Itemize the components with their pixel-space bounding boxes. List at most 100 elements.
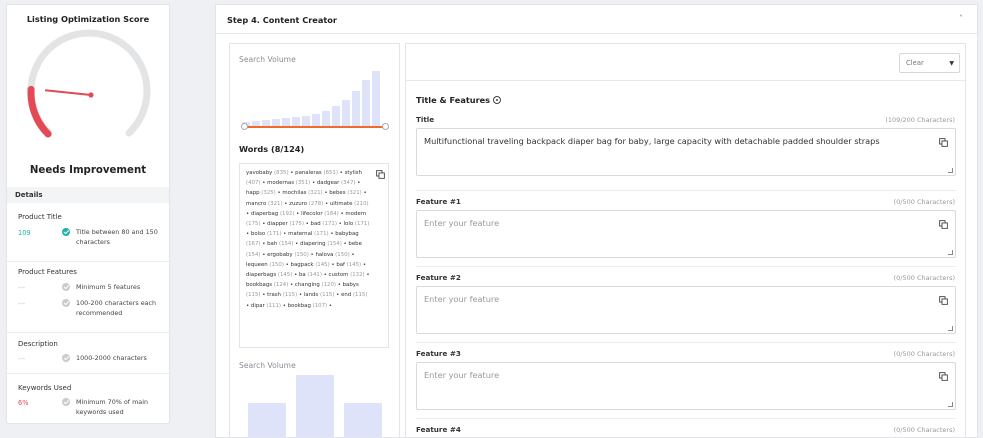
resize-handle[interactable] — [948, 250, 953, 255]
copy-icon[interactable] — [939, 372, 948, 381]
keyword-text: bookbag — [287, 302, 313, 309]
feature-2-textarea[interactable]: Enter your feature — [416, 286, 956, 334]
resize-handle[interactable] — [948, 326, 953, 331]
keyword-item[interactable]: maternal (171) — [288, 231, 329, 237]
keyword-item[interactable]: panaleras (651) — [295, 170, 338, 176]
keyword-text: halova — [315, 251, 336, 258]
feature-3-textarea[interactable]: Enter your feature — [416, 362, 956, 410]
keyword-item[interactable]: lifecolor (184) — [301, 211, 339, 217]
keyword-volume: (154) — [278, 241, 294, 248]
keyword-item[interactable]: custom (132) — [329, 272, 365, 278]
keyword-item[interactable]: lolo (171) — [344, 221, 370, 227]
search-volume-bars — [248, 375, 382, 437]
keywords-used-value: 6% — [18, 399, 29, 407]
title-textarea[interactable]: Multifunctional traveling backpack diape… — [416, 128, 956, 176]
keyword-item[interactable]: dipar (111) — [251, 303, 281, 309]
keyword-item[interactable]: dadgear (347) — [317, 180, 356, 186]
keyword-volume: (132) — [350, 272, 365, 279]
keyword-text: diaperbags — [246, 272, 278, 279]
keyword-item[interactable]: bookbags (124) — [246, 282, 288, 288]
resize-handle[interactable] — [948, 402, 953, 407]
keyword-volume: (154) — [246, 251, 261, 258]
keyword-volume: (171) — [266, 231, 282, 238]
keyword-text: bebe — [348, 241, 362, 248]
keyword-text: babybag — [335, 231, 359, 238]
dropdown-arrow-icon: ▼ — [949, 60, 954, 67]
feature-3-char-count: (0/500 Characters) — [893, 350, 955, 358]
keyword-item[interactable]: bebes (321) — [329, 190, 362, 196]
keyword-item[interactable]: ergobaby (150) — [267, 252, 309, 258]
target-icon — [493, 96, 502, 104]
keyword-item[interactable]: mancro (321) — [246, 201, 283, 207]
keyword-volume: (115) — [246, 292, 261, 299]
keyword-volume: (150) — [294, 251, 309, 258]
feature-1-textarea[interactable]: Enter your feature — [416, 210, 956, 258]
keyword-text: panaleras — [295, 170, 324, 176]
keyword-item[interactable]: ba (141) — [299, 272, 322, 278]
keyword-volume: (171) — [354, 221, 370, 228]
keyword-item[interactable]: lands (115) — [304, 292, 335, 298]
feature-1-label: Feature #1 — [416, 197, 461, 206]
keyword-item[interactable]: halova (150) — [315, 252, 349, 258]
keyword-item[interactable]: mochilas (321) — [282, 190, 322, 196]
keyword-volume: (347) — [341, 180, 356, 187]
keyword-item[interactable]: baf (145) — [336, 262, 361, 268]
keyword-item[interactable]: diaperbags (145) — [246, 272, 292, 278]
keywords-used-heading: Keywords Used — [18, 384, 72, 392]
keyword-item[interactable]: yavobaby (835) — [246, 170, 289, 176]
copy-icon[interactable] — [939, 220, 948, 229]
keyword-text: happ — [246, 190, 262, 197]
keyword-volume: (651) — [323, 170, 338, 176]
keyword-item[interactable]: diaperbag (192) — [251, 211, 295, 217]
keyword-item[interactable]: bah (154) — [267, 241, 293, 247]
range-handle-min[interactable] — [241, 123, 248, 130]
keyword-text: mochilas — [282, 190, 309, 197]
copy-icon[interactable] — [376, 170, 385, 179]
keyword-text: mancro — [246, 200, 269, 207]
keyword-list[interactable]: yavobaby (835) • panaleras (651) • styli… — [239, 163, 389, 348]
resize-handle[interactable] — [948, 168, 953, 173]
keyword-text: lolo — [343, 221, 355, 228]
keyword-text: bolso — [250, 231, 267, 238]
keyword-text: bebes — [329, 190, 348, 197]
keyword-item[interactable]: modernas (351) — [267, 180, 310, 186]
keyword-item[interactable]: diapper (175) — [267, 221, 304, 227]
product-features-value: --- — [18, 284, 26, 292]
keyword-item[interactable]: bookbag (107) — [288, 303, 328, 309]
title-label: Title — [416, 115, 435, 124]
editor-toolbar: Clear ▼ — [406, 44, 965, 81]
collapse-icon[interactable]: ˄ — [959, 14, 963, 23]
feature-2-label: Feature #2 — [416, 273, 461, 282]
keyword-volume: (154) — [327, 241, 342, 248]
feature-4-label: Feature #4 — [416, 425, 461, 434]
keyword-text: changing — [294, 282, 322, 289]
copy-icon[interactable] — [939, 296, 948, 305]
keyword-item[interactable]: happ (325) — [246, 190, 276, 196]
description-heading: Description — [18, 340, 58, 348]
keyword-text: lands — [303, 292, 320, 299]
keyword-text: bah — [267, 241, 279, 248]
keyword-item[interactable]: bolso (171) — [251, 231, 282, 237]
keyword-item[interactable]: changing (120) — [295, 282, 336, 288]
keyword-item[interactable]: lequeen (150) — [246, 262, 284, 268]
keyword-item[interactable]: end (115) — [341, 292, 367, 298]
clear-dropdown[interactable]: Clear ▼ — [899, 53, 960, 73]
copy-icon[interactable] — [939, 138, 948, 147]
keyword-item[interactable]: bagpack (145) — [291, 262, 330, 268]
keyword-item[interactable]: trash (115) — [267, 292, 297, 298]
score-panel: Listing Optimization Score Needs Improve… — [6, 4, 170, 424]
score-title: Listing Optimization Score — [26, 14, 150, 24]
keyword-item[interactable]: diapering (154) — [300, 241, 342, 247]
score-gauge — [27, 29, 151, 138]
keyword-item[interactable]: ultimate (210) — [330, 201, 369, 207]
keyword-volume: (167) — [246, 241, 261, 248]
volume-range-slider[interactable] — [243, 126, 386, 128]
keyword-text: modernas — [267, 180, 296, 187]
content-editor: Clear ▼ Title & Features Title (109/200 … — [405, 43, 966, 438]
keyword-text: babys — [342, 282, 359, 289]
keyword-item[interactable]: bad (171) — [311, 221, 337, 227]
keyword-text: end — [341, 292, 353, 299]
keyword-item[interactable]: zuzuro (278) — [289, 201, 323, 207]
range-handle-max[interactable] — [382, 123, 389, 130]
content-creator-header[interactable]: Step 4. Content Creator ˄ — [216, 5, 977, 34]
